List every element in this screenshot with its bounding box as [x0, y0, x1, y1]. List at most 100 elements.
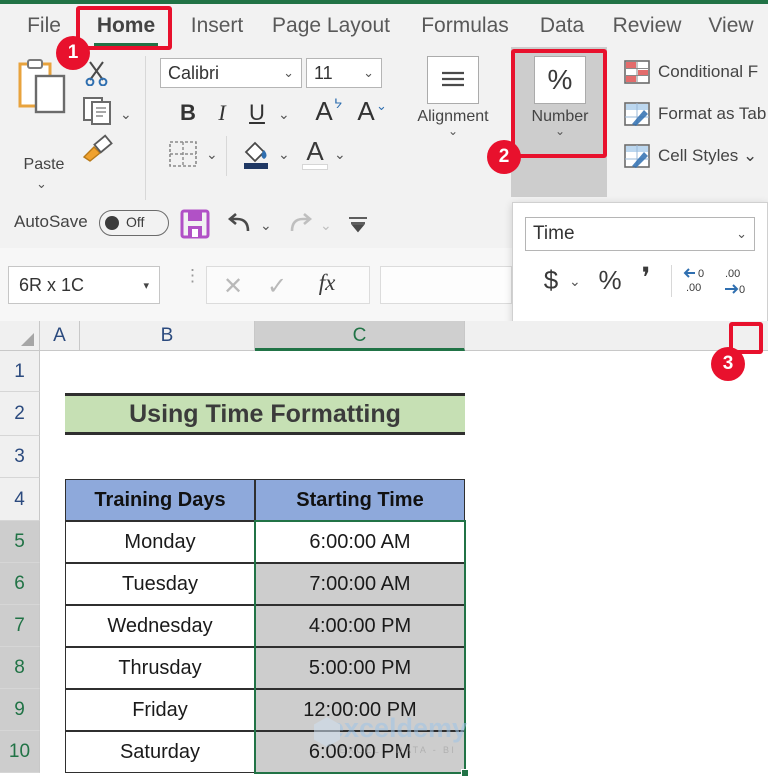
table-header-starting-time[interactable]: Starting Time — [255, 479, 465, 521]
font-name-value: Calibri — [168, 62, 220, 83]
row-header-8[interactable]: 8 — [0, 647, 40, 689]
underline-chevron-icon[interactable]: ⌄ — [278, 106, 290, 123]
row-header-5[interactable]: 5 — [0, 521, 40, 563]
borders-icon[interactable] — [168, 140, 198, 168]
fill-handle[interactable] — [461, 769, 469, 777]
row-header-10[interactable]: 10 — [0, 731, 40, 773]
annotation-box-number-group — [511, 49, 607, 158]
cell-b6[interactable]: Tuesday — [65, 563, 255, 605]
copy-chevron-icon[interactable]: ⌄ — [120, 106, 132, 123]
select-all-corner[interactable] — [0, 321, 40, 351]
cell-c8[interactable]: 5:00:00 PM — [255, 647, 465, 689]
font-inner-divider — [226, 136, 227, 176]
column-header-c[interactable]: C — [255, 321, 465, 351]
paste-label: Paste — [23, 156, 65, 173]
underline-button[interactable]: U — [245, 100, 269, 126]
step-badge-2: 2 — [487, 140, 521, 174]
format-as-table-icon — [624, 102, 650, 126]
tab-insert[interactable]: Insert — [184, 4, 250, 48]
caret-up-icon: ᔭ — [334, 96, 343, 111]
chevron-down-icon: ⌄ — [283, 65, 294, 80]
row-header-1[interactable]: 1 — [0, 351, 40, 392]
cell-c10[interactable]: 6:00:00 PM — [255, 731, 465, 773]
svg-text:0: 0 — [739, 284, 745, 296]
name-box-value: 6R x 1C — [19, 274, 85, 295]
step-badge-3: 3 — [711, 347, 745, 381]
toggle-knob — [105, 216, 119, 230]
accounting-number-format-button[interactable]: $ — [539, 265, 563, 296]
worksheet-grid: A B C 1 2 3 4 5 6 7 8 9 10 Using Time Fo… — [0, 321, 768, 784]
title-banner-cell[interactable]: Using Time Formatting — [65, 393, 465, 435]
format-as-table-label: Format as Tab — [658, 104, 767, 123]
row-header-3[interactable]: 3 — [0, 436, 40, 478]
format-as-table-button[interactable]: Format as Tab — [624, 102, 766, 126]
italic-button[interactable]: I — [210, 100, 234, 126]
cancel-icon[interactable]: ✕ — [220, 272, 246, 301]
cell-b9[interactable]: Friday — [65, 689, 255, 731]
chevron-down-icon: ⌄ — [736, 226, 747, 241]
paste-chevron-icon[interactable]: ⌄ — [36, 176, 47, 192]
row-header-7[interactable]: 7 — [0, 605, 40, 647]
cell-b7[interactable]: Wednesday — [65, 605, 255, 647]
copy-icon[interactable] — [82, 96, 114, 126]
comma-style-button[interactable]: ❜ — [635, 261, 657, 294]
fill-color-chevron-icon[interactable]: ⌄ — [278, 146, 290, 163]
cell-c7[interactable]: 4:00:00 PM — [255, 605, 465, 647]
tab-formulas[interactable]: Formulas — [412, 4, 518, 48]
increase-decimal-icon[interactable]: 0 .00 — [681, 265, 715, 297]
format-painter-icon[interactable] — [80, 133, 114, 163]
column-header-a[interactable]: A — [40, 321, 80, 351]
cell-c6[interactable]: 7:00:00 AM — [255, 563, 465, 605]
formula-input[interactable] — [380, 266, 512, 304]
tab-view[interactable]: View — [702, 4, 760, 48]
row-header-4[interactable]: 4 — [0, 478, 40, 521]
borders-chevron-icon[interactable]: ⌄ — [206, 146, 218, 163]
decrease-decimal-icon[interactable]: .00 0 — [721, 265, 755, 297]
cell-c9[interactable]: 12:00:00 PM — [255, 689, 465, 731]
cell-styles-label: Cell Styles ⌄ — [658, 146, 758, 165]
undo-icon[interactable] — [226, 211, 254, 237]
tab-data[interactable]: Data — [534, 4, 590, 48]
number-format-combo[interactable]: Time ⌄ — [525, 217, 755, 251]
cell-styles-button[interactable]: Cell Styles ⌄ — [624, 144, 757, 168]
table-header-training-days[interactable]: Training Days — [65, 479, 255, 521]
row-header-6[interactable]: 6 — [0, 563, 40, 605]
column-header-b[interactable]: B — [80, 321, 255, 351]
scissors-icon[interactable] — [84, 60, 110, 86]
bold-button[interactable]: B — [176, 100, 200, 126]
number-format-value: Time — [533, 223, 575, 244]
cell-b10[interactable]: Saturday — [65, 731, 255, 773]
font-color-button[interactable]: A — [302, 136, 328, 167]
cell-b5[interactable]: Monday — [65, 521, 255, 563]
accounting-chevron-icon[interactable]: ⌄ — [569, 273, 581, 290]
conditional-formatting-button[interactable]: Conditional F — [624, 60, 758, 84]
customize-qat-icon[interactable] — [346, 215, 370, 233]
fill-color-icon[interactable] — [240, 138, 272, 170]
tab-review[interactable]: Review — [608, 4, 686, 48]
tab-page-layout[interactable]: Page Layout — [266, 4, 396, 48]
alignment-group-button[interactable]: Alignment ⌄ — [408, 56, 498, 137]
save-icon[interactable] — [180, 209, 210, 239]
autosave-toggle[interactable]: Off — [99, 210, 169, 236]
name-box-grip-icon[interactable]: ⋮ — [184, 267, 201, 284]
insert-function-icon[interactable]: fx — [310, 270, 344, 296]
percent-style-button[interactable]: % — [597, 265, 623, 296]
row-header-2[interactable]: 2 — [0, 392, 40, 436]
select-all-triangle-icon — [21, 333, 34, 346]
ribbon-body: Paste ⌄ ⌄ Clipboard ⇲ Calibri ⌄ 11 ⌄ — [0, 47, 768, 245]
cell-styles-icon — [624, 144, 650, 168]
enter-icon[interactable]: ✓ — [264, 272, 290, 301]
font-size-value: 11 — [314, 62, 333, 83]
number-panel-divider — [671, 265, 672, 297]
cell-b8[interactable]: Thrusday — [65, 647, 255, 689]
font-name-combo[interactable]: Calibri ⌄ — [160, 58, 302, 88]
name-box-chevron-icon: ▾ — [143, 279, 149, 292]
column-header-rest[interactable] — [465, 321, 768, 351]
font-size-combo[interactable]: 11 ⌄ — [306, 58, 382, 88]
row-header-9[interactable]: 9 — [0, 689, 40, 731]
undo-chevron-icon[interactable]: ⌄ — [260, 217, 272, 234]
svg-text:.00: .00 — [686, 282, 701, 294]
font-color-chevron-icon[interactable]: ⌄ — [334, 146, 346, 163]
name-box[interactable]: 6R x 1C ▾ — [8, 266, 160, 304]
cell-c5[interactable]: 6:00:00 AM — [255, 521, 465, 563]
